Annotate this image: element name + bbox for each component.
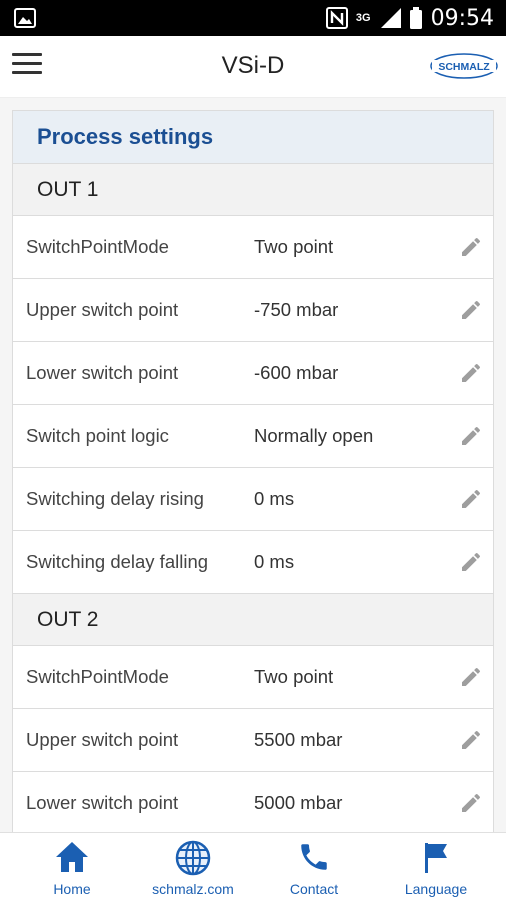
battery-icon <box>409 7 422 29</box>
group-header-out1: OUT 1 <box>13 164 493 216</box>
setting-row: Lower switch point -600 mbar <box>13 342 493 405</box>
globe-icon <box>175 840 211 876</box>
edit-pencil-icon[interactable] <box>459 550 483 574</box>
nav-schmalz-com[interactable]: schmalz.com <box>140 833 246 900</box>
flag-icon <box>425 843 447 873</box>
edit-pencil-icon[interactable] <box>459 235 483 259</box>
app-bar: VSi-D SCHMALZ <box>0 36 506 98</box>
nav-language[interactable]: Language <box>386 833 486 900</box>
setting-label: Upper switch point <box>26 299 179 320</box>
edit-pencil-icon[interactable] <box>459 728 483 752</box>
setting-value: 5500 mbar <box>254 729 343 750</box>
main-content[interactable]: Process settings OUT 1 SwitchPointMode T… <box>0 98 506 832</box>
group-header-out2: OUT 2 <box>13 594 493 646</box>
setting-row: Lower switch point 5000 mbar <box>13 772 493 832</box>
setting-value: Two point <box>254 236 334 257</box>
edit-pencil-icon[interactable] <box>459 298 483 322</box>
setting-row: Switch point logic Normally open <box>13 405 493 468</box>
setting-label: Switching delay falling <box>26 551 209 572</box>
nfc-icon <box>325 7 348 29</box>
nav-language-label: Language <box>404 881 468 897</box>
setting-row: SwitchPointMode Two point <box>13 216 493 279</box>
setting-row: Switching delay falling 0 ms <box>13 531 493 594</box>
setting-value: 0 ms <box>254 488 295 509</box>
setting-value: -600 mbar <box>254 362 339 383</box>
setting-value: 0 ms <box>254 551 295 572</box>
home-icon <box>56 842 88 872</box>
setting-row: Upper switch point 5500 mbar <box>13 709 493 772</box>
nav-contact-label: Contact <box>289 881 339 897</box>
setting-row: Switching delay rising 0 ms <box>13 468 493 531</box>
setting-label: Upper switch point <box>26 729 179 750</box>
setting-label: Lower switch point <box>26 792 179 813</box>
setting-value: Two point <box>254 666 334 687</box>
nav-home[interactable]: Home <box>22 833 122 900</box>
setting-label: Lower switch point <box>26 362 179 383</box>
phone-icon <box>301 844 327 870</box>
nav-schmalz-com-label: schmalz.com <box>152 881 234 897</box>
setting-label: Switch point logic <box>26 425 169 446</box>
edit-pencil-icon[interactable] <box>459 361 483 385</box>
nav-contact[interactable]: Contact <box>264 833 364 900</box>
setting-label: Switching delay rising <box>26 488 204 509</box>
image-notification-icon <box>14 8 36 28</box>
schmalz-logo: SCHMALZ <box>430 53 498 79</box>
setting-label: SwitchPointMode <box>26 666 169 687</box>
nav-home-label: Home <box>53 881 91 897</box>
signal-icon <box>380 8 401 28</box>
section-title: Process settings <box>37 124 214 149</box>
setting-row: Upper switch point -750 mbar <box>13 279 493 342</box>
setting-value: 5000 mbar <box>254 792 343 813</box>
clock: 09:54 <box>430 5 494 31</box>
network-type-label: 3G <box>355 11 371 24</box>
logo-text: SCHMALZ <box>438 61 490 73</box>
edit-pencil-icon[interactable] <box>459 791 483 815</box>
setting-label: SwitchPointMode <box>26 236 169 257</box>
setting-value: -750 mbar <box>254 299 339 320</box>
setting-value: Normally open <box>254 425 374 446</box>
edit-pencil-icon[interactable] <box>459 424 483 448</box>
bottom-navigation: Home schmalz.com Contact Language <box>0 832 506 900</box>
edit-pencil-icon[interactable] <box>459 665 483 689</box>
process-settings-card: Process settings OUT 1 SwitchPointMode T… <box>12 110 494 832</box>
card-header: Process settings <box>13 111 493 164</box>
edit-pencil-icon[interactable] <box>459 487 483 511</box>
setting-row: SwitchPointMode Two point <box>13 646 493 709</box>
status-bar: 3G 09:54 <box>0 0 506 36</box>
